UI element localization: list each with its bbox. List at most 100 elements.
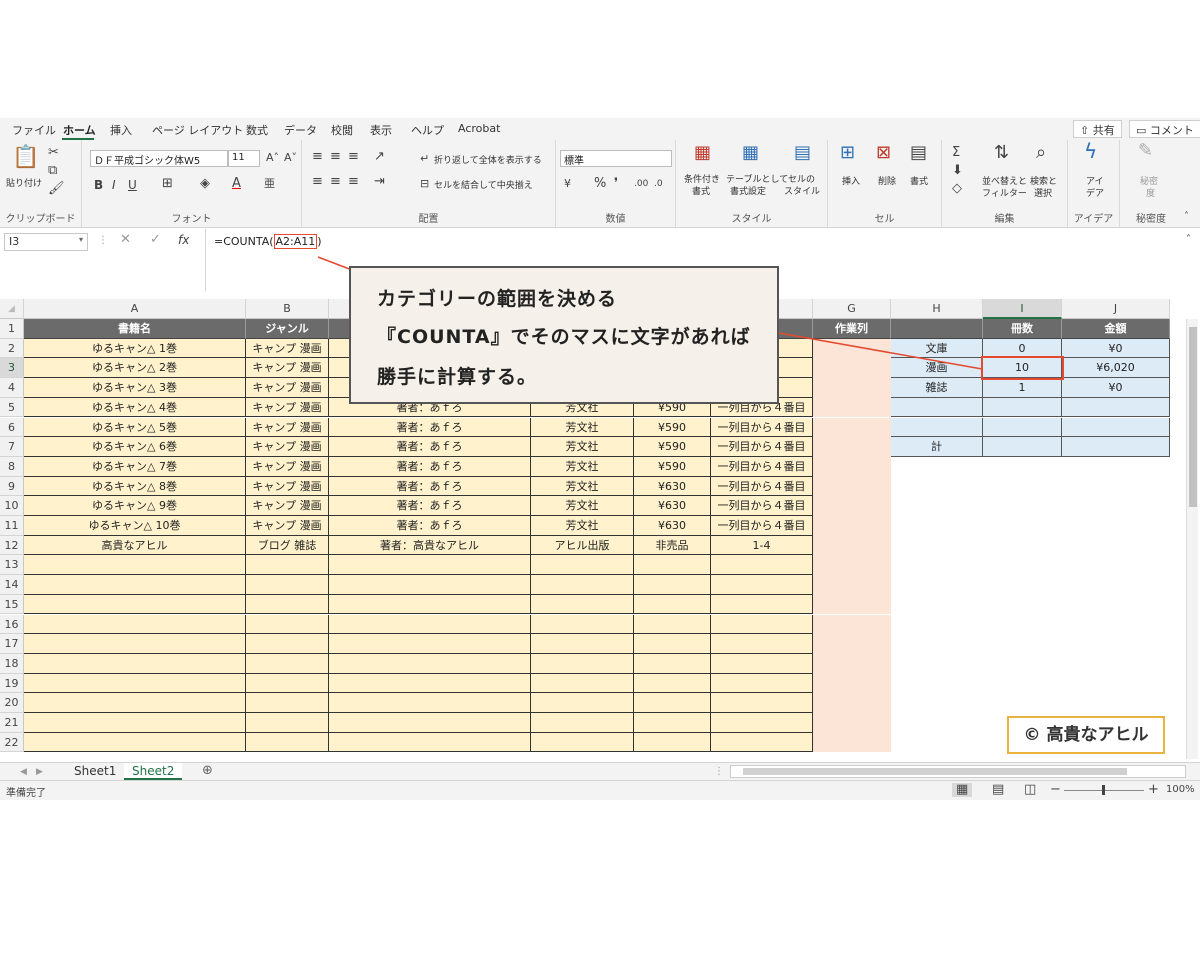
cell-a11[interactable]: ゆるキャン△ 10巻 bbox=[24, 516, 246, 536]
cell-b19[interactable] bbox=[246, 673, 329, 694]
cell-b7[interactable]: キャンプ 漫画 bbox=[246, 437, 329, 457]
cell-b3[interactable]: キャンプ 漫画 bbox=[246, 358, 329, 379]
page-break-view-icon[interactable]: ◫ bbox=[1024, 783, 1036, 797]
grow-font-icon[interactable]: A˄ bbox=[266, 151, 279, 165]
cell-a6[interactable]: ゆるキャン△ 5巻 bbox=[24, 417, 246, 438]
select-all-corner[interactable]: ◢ bbox=[0, 299, 24, 319]
cell-c9[interactable]: 著者：あｆろ bbox=[329, 476, 531, 497]
cell-f15[interactable] bbox=[711, 594, 813, 615]
cell-c17[interactable] bbox=[329, 634, 531, 654]
column-header-i[interactable]: I bbox=[983, 299, 1062, 319]
cell-e10[interactable]: ¥630 bbox=[634, 496, 711, 516]
format-cells-button[interactable]: 書式 bbox=[910, 174, 928, 187]
cell-c16[interactable] bbox=[329, 614, 531, 635]
paste-button[interactable]: 貼り付け bbox=[6, 176, 42, 189]
accounting-format-icon[interactable]: ¥ bbox=[564, 177, 571, 191]
cell-d6[interactable]: 芳文社 bbox=[531, 417, 634, 438]
next-sheet-icon[interactable]: ▶ bbox=[36, 765, 43, 779]
cell-d9[interactable]: 芳文社 bbox=[531, 476, 634, 497]
cell-g1[interactable]: 作業列 bbox=[813, 319, 891, 339]
cell-b15[interactable] bbox=[246, 594, 329, 615]
cell-c6[interactable]: 著者：あｆろ bbox=[329, 417, 531, 438]
row-header[interactable]: 17 bbox=[0, 634, 24, 654]
font-name-select[interactable]: ＤＦ平成ゴシック体W5 bbox=[90, 150, 228, 167]
row-header[interactable]: 3 bbox=[0, 358, 24, 379]
cell-a16[interactable] bbox=[24, 614, 246, 635]
wrap-text-icon[interactable]: ↵ bbox=[420, 152, 429, 166]
cell-i6[interactable] bbox=[983, 417, 1062, 438]
tab-acrobat[interactable]: Acrobat bbox=[458, 122, 500, 135]
tab-view[interactable]: 表示 bbox=[370, 122, 392, 138]
percent-icon[interactable]: % bbox=[594, 177, 606, 191]
cell-b16[interactable] bbox=[246, 614, 329, 635]
zoom-slider[interactable] bbox=[1064, 785, 1144, 795]
cell-c12[interactable]: 著者：高貴なアヒル bbox=[329, 535, 531, 556]
cell-i7[interactable] bbox=[983, 437, 1062, 457]
cell-e13[interactable] bbox=[634, 555, 711, 576]
cell-b20[interactable] bbox=[246, 693, 329, 713]
cell-g15[interactable] bbox=[813, 594, 891, 615]
cell-b12[interactable]: ブログ 雑誌 bbox=[246, 535, 329, 556]
cell-c7[interactable]: 著者：あｆろ bbox=[329, 437, 531, 457]
cell-i1[interactable]: 冊数 bbox=[983, 319, 1062, 339]
increase-decimal-icon[interactable]: .00 bbox=[634, 177, 648, 191]
conditional-format-icon[interactable]: ▦ bbox=[694, 144, 711, 162]
cell-d14[interactable] bbox=[531, 575, 634, 595]
tab-page-layout[interactable]: ページ レイアウト bbox=[152, 122, 243, 138]
cell-c8[interactable]: 著者：あｆろ bbox=[329, 456, 531, 477]
phonetic-icon[interactable]: 亜 bbox=[264, 177, 275, 191]
cell-c21[interactable] bbox=[329, 713, 531, 733]
cell-g3[interactable] bbox=[813, 358, 891, 379]
cell-g18[interactable] bbox=[813, 653, 891, 674]
row-header[interactable]: 14 bbox=[0, 575, 24, 595]
cut-icon[interactable]: ✂ bbox=[48, 146, 59, 160]
tab-home[interactable]: ホーム bbox=[63, 122, 96, 138]
sheet-tab-1[interactable]: Sheet1 bbox=[66, 763, 124, 780]
cell-g10[interactable] bbox=[813, 496, 891, 516]
cell-styles-icon[interactable]: ▤ bbox=[794, 144, 811, 162]
paste-icon[interactable]: 📋 bbox=[12, 146, 39, 170]
row-header[interactable]: 20 bbox=[0, 693, 24, 713]
name-box[interactable]: I3 ▾ bbox=[4, 233, 88, 251]
cell-i2[interactable]: 0 bbox=[983, 338, 1062, 359]
fill-color-icon[interactable]: ◈ bbox=[200, 177, 210, 191]
cell-g22[interactable] bbox=[813, 732, 891, 753]
comma-style-icon[interactable]: ❜ bbox=[614, 177, 618, 191]
delete-cells-button[interactable]: 削除 bbox=[878, 174, 896, 187]
delete-cells-icon[interactable]: ⊠ bbox=[876, 144, 891, 162]
tab-insert[interactable]: 挿入 bbox=[110, 122, 132, 138]
row-header[interactable]: 19 bbox=[0, 673, 24, 694]
cell-a7[interactable]: ゆるキャン△ 6巻 bbox=[24, 437, 246, 457]
merge-icon[interactable]: ⊟ bbox=[420, 177, 429, 191]
collapse-ribbon-icon[interactable]: ˄ bbox=[1184, 210, 1189, 224]
cell-a15[interactable] bbox=[24, 594, 246, 615]
cell-f12[interactable]: 1-4 bbox=[711, 535, 813, 556]
cell-f16[interactable] bbox=[711, 614, 813, 635]
cell-f18[interactable] bbox=[711, 653, 813, 674]
copy-icon[interactable]: ⧉ bbox=[48, 164, 57, 178]
cell-e20[interactable] bbox=[634, 693, 711, 713]
scrollbar-thumb[interactable] bbox=[1189, 327, 1197, 507]
cell-f21[interactable] bbox=[711, 713, 813, 733]
cell-f7[interactable]: 一列目から４番目 bbox=[711, 437, 813, 457]
align-middle-icon[interactable]: ≡ bbox=[330, 150, 341, 164]
row-header[interactable]: 4 bbox=[0, 378, 24, 398]
decrease-decimal-icon[interactable]: .0 bbox=[654, 177, 663, 191]
cell-g8[interactable] bbox=[813, 456, 891, 477]
cell-a22[interactable] bbox=[24, 732, 246, 753]
cell-j2[interactable]: ¥0 bbox=[1062, 338, 1170, 359]
row-header[interactable]: 1 bbox=[0, 319, 24, 339]
cell-g16[interactable] bbox=[813, 614, 891, 635]
cell-j3[interactable]: ¥6,020 bbox=[1062, 358, 1170, 379]
cell-a5[interactable]: ゆるキャン△ 4巻 bbox=[24, 397, 246, 418]
cell-h4[interactable]: 雑誌 bbox=[891, 378, 983, 398]
cell-b21[interactable] bbox=[246, 713, 329, 733]
cell-e15[interactable] bbox=[634, 594, 711, 615]
tab-review[interactable]: 校閲 bbox=[331, 122, 353, 138]
cell-b18[interactable] bbox=[246, 653, 329, 674]
row-header[interactable]: 11 bbox=[0, 516, 24, 536]
cell-g21[interactable] bbox=[813, 713, 891, 733]
cell-c19[interactable] bbox=[329, 673, 531, 694]
cell-e22[interactable] bbox=[634, 732, 711, 753]
cell-b4[interactable]: キャンプ 漫画 bbox=[246, 378, 329, 398]
